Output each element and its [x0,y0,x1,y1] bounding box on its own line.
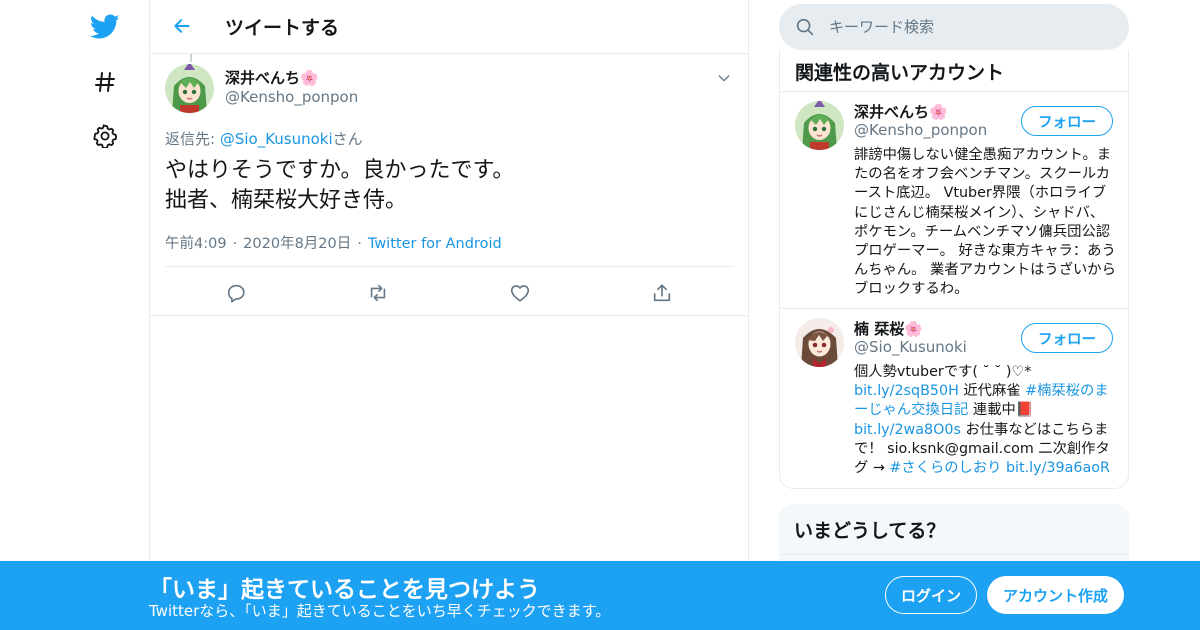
tweet-time[interactable]: 午前4:09 [165,236,227,252]
tweet-actions [150,278,748,308]
bio-link[interactable]: bit.ly/39a6aoR [1006,460,1110,476]
meta-separator: · [357,236,362,252]
main-column: ツイートする 深井べんち🌸 @Kensho_ponpon 返信先: @Sio_K… [149,0,749,630]
account-bio: 誹謗中傷しない健全愚痴アカウント。またの名をオフ会ベンチマン。スクールカースト底… [854,147,1116,298]
replying-mention-link[interactable]: @Sio_Kusunoki [220,130,333,148]
banner-subtitle: Twitterなら、「いま」起きていることをいち早くチェックできます。 [149,602,611,620]
banner-title: 「いま」起きていることを見つけよう [149,577,540,603]
reply-icon[interactable] [221,278,251,308]
login-button[interactable]: ログイン [885,576,977,614]
gear-icon[interactable] [85,116,125,156]
account-handle[interactable]: @Kensho_ponpon [854,121,987,139]
retweet-icon[interactable] [363,278,393,308]
tweet: 深井べんち🌸 @Kensho_ponpon 返信先: @Sio_Kusunoki… [150,54,748,316]
account-handle[interactable]: @Sio_Kusunoki [854,338,967,356]
avatar[interactable] [795,101,844,150]
follow-button[interactable]: フォロー [1021,323,1113,353]
tweet-date[interactable]: 2020年8月20日 [243,236,351,252]
tweet-source-link[interactable]: Twitter for Android [368,236,502,252]
avatar[interactable] [795,318,844,367]
replying-suffix: さん [332,130,363,148]
panel-title: 関連性の高いアカウント [795,62,1005,84]
related-accounts-panel: 関連性の高いアカウント 深井べんち🌸 @Kensho_ponpon フォロー 誹… [779,50,1129,489]
left-nav [80,0,130,630]
cherry-blossom-icon: 🌸 [904,320,923,338]
share-icon[interactable] [647,278,677,308]
arrow-left-icon[interactable] [164,8,200,44]
bio-text: 個人勢vtuberです( ˘ ˘ )♡* [854,364,1032,380]
signup-button[interactable]: アカウント作成 [987,576,1124,614]
cherry-blossom-icon: 🌸 [929,103,948,121]
bio-link[interactable]: #さくらのしおり [889,460,1001,476]
divider [779,554,1129,555]
bio-link[interactable]: bit.ly/2wa8O0s [854,422,961,438]
account-card[interactable]: 楠 栞桜🌸 @Sio_Kusunoki フォロー 個人勢vtuberです( ˘ … [780,308,1128,488]
author-handle[interactable]: @Kensho_ponpon [225,88,358,106]
like-icon[interactable] [505,278,535,308]
divider [165,266,734,267]
hashtag-icon[interactable] [85,62,125,102]
thread-line [190,54,192,62]
search-icon [796,18,814,36]
account-name[interactable]: 楠 栞桜🌸 [854,318,923,339]
tweet-text: やはりそうですか。良かったです。 拙者、楠栞桜大好き侍。 [165,158,515,213]
avatar[interactable] [165,64,214,113]
bio-text: 近代麻雀 [958,383,1026,400]
main-header: ツイートする [150,0,748,54]
tweet-meta: 午前4:09 · 2020年8月20日 · Twitter for Android [165,232,502,253]
follow-button[interactable]: フォロー [1021,106,1113,136]
search-box[interactable] [779,4,1129,50]
author-name-text: 深井べんち [225,69,301,87]
meta-separator: · [232,236,238,252]
replying-prefix: 返信先: [165,130,220,148]
account-bio: 個人勢vtuberです( ˘ ˘ )♡* bit.ly/2sqB50H 近代麻雀 … [854,363,1116,478]
replying-to: 返信先: @Sio_Kusunokiさん [165,128,363,149]
page-title: ツイートする [225,17,340,39]
panel-title: いまどうしてる？ [794,520,946,542]
chevron-down-icon[interactable] [712,66,736,90]
author-name[interactable]: 深井べんち🌸 [225,67,319,88]
signup-banner: 「いま」起きていることを見つけよう Twitterなら、「いま」起きていることを… [0,561,1200,630]
account-card[interactable]: 深井べんち🌸 @Kensho_ponpon フォロー 誹謗中傷しない健全愚痴アカ… [780,91,1128,309]
bio-text: 連載中📕 [968,402,1034,419]
bio-link[interactable]: bit.ly/2sqB50H [854,383,959,399]
account-name[interactable]: 深井べんち🌸 [854,101,948,122]
account-name-text: 楠 栞桜 [854,320,905,338]
search-input[interactable] [829,4,1109,50]
cherry-blossom-icon: 🌸 [300,69,319,87]
account-name-text: 深井べんち [854,103,930,121]
twitter-logo-icon[interactable] [85,7,125,47]
